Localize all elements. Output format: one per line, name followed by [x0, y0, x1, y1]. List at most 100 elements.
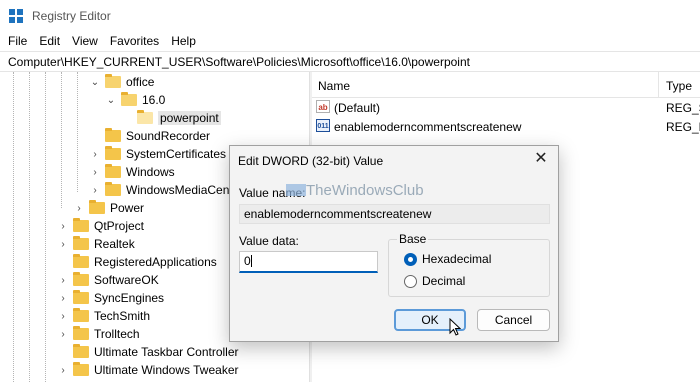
watermark: TheWindowsClub	[286, 182, 424, 199]
tree-item-label: SoundRecorder	[126, 129, 211, 143]
menu-help[interactable]: Help	[165, 34, 202, 48]
folder-icon	[73, 326, 89, 340]
close-icon[interactable]: ✕	[532, 150, 550, 168]
edit-dword-dialog: Edit DWORD (32-bit) Value ✕ Value name: …	[229, 145, 559, 342]
value-name-field[interactable]: enablemoderncommentscreatenew	[239, 204, 550, 224]
value-data-text: 0	[244, 254, 251, 268]
folder-icon	[105, 164, 121, 178]
chevron-right-icon[interactable]: ›	[57, 292, 69, 304]
mouse-pointer-icon	[449, 318, 461, 336]
folder-icon	[73, 362, 89, 376]
tree-item-trolltech[interactable]: › Trolltech	[57, 325, 140, 343]
tree-item-ultimate-taskbar-controller[interactable]: Ultimate Taskbar Controller	[57, 343, 239, 361]
tree-item-16-0[interactable]: ⌄ 16.0	[105, 91, 165, 109]
chevron-right-icon[interactable]: ›	[57, 274, 69, 286]
value-type: REG_D	[666, 120, 700, 134]
value-row-default[interactable]: ab (Default) REG_SZ	[312, 98, 700, 116]
column-header-type[interactable]: Type	[666, 79, 692, 93]
folder-icon	[73, 218, 89, 232]
menu-file[interactable]: File	[2, 34, 33, 48]
watermark-text: TheWindowsClub	[306, 182, 424, 199]
chevron-right-icon[interactable]: ›	[89, 184, 101, 196]
value-data-label: Value data:	[239, 234, 299, 248]
chevron-right-icon[interactable]: ›	[57, 328, 69, 340]
tree-guide-line	[13, 72, 14, 382]
radio-label: Decimal	[422, 274, 466, 288]
tree-item-label: Windows	[126, 165, 175, 179]
tree-item-label: WindowsMediaCent	[126, 183, 233, 197]
value-row-enablemoderncommentscreatenew[interactable]: 011 enablemoderncommentscreatenew REG_D	[312, 117, 700, 135]
text-caret	[250, 255, 252, 267]
chevron-down-icon[interactable]: ⌄	[89, 76, 101, 88]
column-divider[interactable]	[658, 72, 659, 98]
base-label: Base	[397, 232, 429, 246]
tree-item-systemcertificates[interactable]: › SystemCertificates	[89, 145, 226, 163]
chevron-right-icon[interactable]: ›	[57, 238, 69, 250]
tree-guide-line	[61, 72, 62, 208]
string-value-icon: ab	[316, 100, 330, 113]
tree-item-label: office	[126, 75, 155, 89]
value-data-input[interactable]: 0	[239, 251, 378, 273]
tree-item-powerpoint[interactable]: powerpoint	[121, 109, 221, 127]
watermark-logo-icon	[286, 184, 306, 196]
address-path[interactable]: Computer\HKEY_CURRENT_USER\Software\Poli…	[8, 55, 470, 69]
tree-item-registeredapplications[interactable]: RegisteredApplications	[57, 253, 217, 271]
menu-bar: File Edit View Favorites Help	[0, 31, 700, 51]
tree-item-office[interactable]: ⌄ office	[89, 73, 154, 91]
tree-item-label: SyncEngines	[94, 291, 165, 305]
tree-item-label: SoftwareOK	[94, 273, 159, 287]
tree-item-label: Realtek	[94, 237, 135, 251]
chevron-right-icon[interactable]: ›	[73, 202, 85, 214]
folder-icon	[73, 308, 89, 322]
radio-decimal[interactable]: Decimal	[404, 274, 465, 288]
tree-item-syncengines[interactable]: › SyncEngines	[57, 289, 164, 307]
tree-item-techsmith[interactable]: › TechSmith	[57, 307, 150, 325]
tree-item-windows[interactable]: › Windows	[89, 163, 175, 181]
folder-icon	[73, 236, 89, 250]
address-bar[interactable]: Computer\HKEY_CURRENT_USER\Software\Poli…	[0, 51, 700, 72]
tree-item-power[interactable]: › Power	[73, 199, 144, 217]
dword-value-icon: 011	[316, 119, 330, 132]
tree-item-realtek[interactable]: › Realtek	[57, 235, 135, 253]
column-header-name[interactable]: Name	[318, 79, 350, 93]
tree-item-qtproject[interactable]: › QtProject	[57, 217, 144, 235]
values-header: Name Type	[312, 72, 700, 98]
radio-label: Hexadecimal	[422, 252, 492, 266]
tree-guide-line	[29, 72, 30, 382]
cancel-button[interactable]: Cancel	[477, 309, 550, 331]
folder-icon	[73, 254, 89, 268]
radio-unchecked-icon[interactable]	[404, 274, 417, 288]
window-title: Registry Editor	[32, 8, 111, 23]
chevron-right-icon[interactable]: ›	[89, 166, 101, 178]
folder-icon	[105, 128, 121, 142]
folder-icon	[73, 344, 89, 358]
radio-checked-icon[interactable]	[404, 252, 417, 266]
title-bar: Registry Editor	[0, 0, 700, 31]
menu-edit[interactable]: Edit	[33, 34, 66, 48]
chevron-down-icon[interactable]: ⌄	[105, 94, 117, 106]
chevron-right-icon[interactable]: ›	[57, 310, 69, 322]
tree-item-ultimate-windows-tweaker[interactable]: › Ultimate Windows Tweaker	[57, 361, 239, 379]
tree-item-label: Ultimate Taskbar Controller	[94, 345, 239, 359]
folder-icon	[105, 182, 121, 196]
tree-item-label: Power	[110, 201, 145, 215]
chevron-right-icon[interactable]: ›	[57, 364, 69, 376]
chevron-right-icon[interactable]: ›	[89, 148, 101, 160]
radio-hexadecimal[interactable]: Hexadecimal	[404, 252, 491, 266]
tree-item-label: Trolltech	[94, 327, 140, 341]
folder-icon	[73, 290, 89, 304]
menu-favorites[interactable]: Favorites	[104, 34, 165, 48]
tree-item-label: QtProject	[94, 219, 145, 233]
folder-icon	[89, 200, 105, 214]
tree-item-label: RegisteredApplications	[94, 255, 217, 269]
tree-item-softwareok[interactable]: › SoftwareOK	[57, 271, 159, 289]
chevron-right-icon[interactable]: ›	[57, 220, 69, 232]
tree-item-label: 16.0	[142, 93, 166, 107]
tree-guide-line	[77, 72, 78, 192]
tree-item-soundrecorder[interactable]: SoundRecorder	[89, 127, 210, 145]
tree-item-windowsmediacent[interactable]: › WindowsMediaCent	[89, 181, 233, 199]
menu-view[interactable]: View	[66, 34, 104, 48]
folder-icon	[105, 146, 121, 160]
